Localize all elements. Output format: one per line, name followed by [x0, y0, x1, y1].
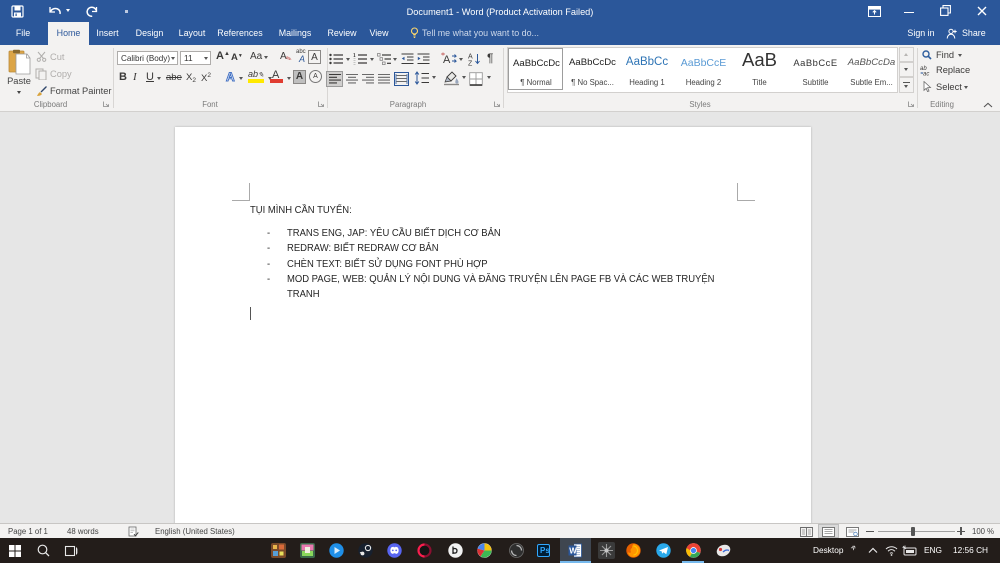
svg-text:A: A [468, 54, 473, 61]
svg-text:Z: Z [468, 61, 473, 67]
svg-text:W: W [569, 547, 577, 556]
svg-text:A: A [443, 54, 451, 66]
svg-text:ac: ac [923, 72, 929, 77]
